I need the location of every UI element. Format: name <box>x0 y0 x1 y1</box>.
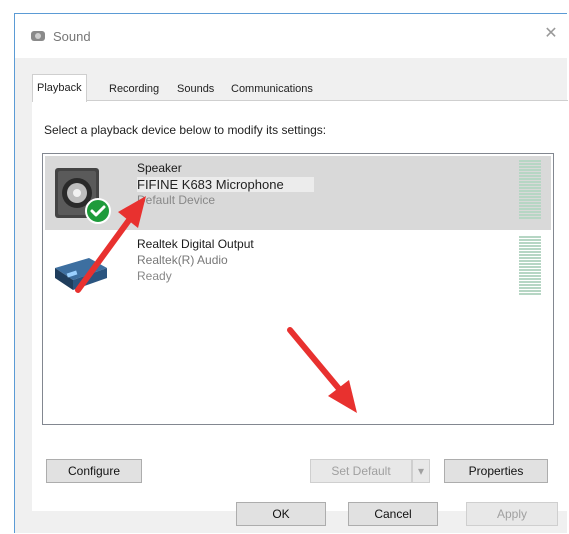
instructions-text: Select a playback device below to modify… <box>44 123 327 137</box>
volume-meter <box>519 236 541 296</box>
device-name: Realtek Digital Output <box>137 237 254 251</box>
properties-button[interactable]: Properties <box>444 459 548 483</box>
set-default-dropdown[interactable]: ▾ <box>412 459 430 483</box>
close-button[interactable]: ✕ <box>541 24 561 44</box>
tab-playback[interactable]: Playback <box>32 74 87 102</box>
volume-meter <box>519 160 541 220</box>
device-status: Default Device <box>137 193 216 207</box>
title-bar: Sound ✕ <box>15 14 567 58</box>
configure-button[interactable]: Configure <box>46 459 142 483</box>
playback-panel: Select a playback device below to modify… <box>32 100 568 511</box>
digital-output-icon <box>55 258 107 290</box>
set-default-button[interactable]: Set Default <box>310 459 412 483</box>
window-title: Sound <box>53 29 91 44</box>
sound-app-icon <box>31 31 45 41</box>
cancel-button[interactable]: Cancel <box>348 502 438 526</box>
device-row-speaker[interactable]: Speaker FIFINE K683 Microphone Default D… <box>45 156 551 230</box>
playback-device-list[interactable]: Speaker FIFINE K683 Microphone Default D… <box>42 153 554 425</box>
device-status: Ready <box>137 269 172 283</box>
apply-button[interactable]: Apply <box>466 502 558 526</box>
device-description: Realtek(R) Audio <box>137 253 228 267</box>
device-description: FIFINE K683 Microphone <box>137 177 314 192</box>
ok-button[interactable]: OK <box>236 502 326 526</box>
device-name: Speaker <box>137 161 182 175</box>
tab-recording[interactable]: Recording <box>105 78 163 100</box>
sound-dialog: Sound ✕ Playback Recording Sounds Commun… <box>14 13 568 534</box>
dialog-footer: OK Cancel Apply <box>15 494 567 534</box>
check-icon <box>85 198 111 224</box>
device-row-realtek[interactable]: Realtek Digital Output Realtek(R) Audio … <box>45 232 551 306</box>
tab-communications[interactable]: Communications <box>227 78 317 100</box>
tab-sounds[interactable]: Sounds <box>173 78 218 100</box>
